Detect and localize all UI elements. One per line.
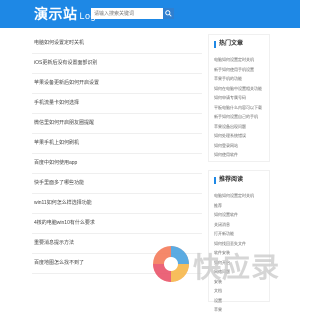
recommended-link[interactable]: 如何找回丢失文件	[214, 239, 265, 249]
hot-articles-title: 热门文章	[214, 41, 265, 48]
article-link[interactable]: 苹果手机上如何刷机	[32, 134, 202, 154]
recommended-link[interactable]: 软件安装	[214, 248, 265, 258]
search-input[interactable]	[91, 8, 163, 19]
recommended-link[interactable]: 文档	[214, 286, 265, 296]
recommended-link[interactable]: 如何设置软件	[214, 210, 265, 220]
hot-article-link[interactable]: 如何处理系统错误	[214, 131, 265, 141]
search-icon	[165, 10, 172, 17]
article-link[interactable]: 微信里如何开启朋友圈提醒	[32, 114, 202, 134]
article-link[interactable]: iOS更新后没有设置面部识别	[32, 54, 202, 74]
recommended-link[interactable]: 苹果	[214, 305, 265, 315]
hot-article-link[interactable]: 如何登录网站	[214, 141, 265, 151]
hot-article-link[interactable]: 平板电脑什么内容可以下载	[214, 103, 265, 113]
hot-article-link[interactable]: 新手如何使用手机设置	[214, 65, 265, 75]
recommended-link[interactable]: 设置	[214, 296, 265, 306]
article-link[interactable]: 快手里面多了哪些功能	[32, 174, 202, 194]
recommended-link[interactable]: 打开新功能	[214, 229, 265, 239]
recommended-box: 推荐阅读 电脑如何设置定时关机 推荐 如何设置软件 关闭消息 打开新功能 如何找…	[208, 170, 270, 312]
recommended-title: 推荐阅读	[214, 177, 265, 184]
hot-article-link[interactable]: 新手如何设置自己的手机	[214, 112, 265, 122]
site-header: 演示站Logo	[0, 0, 300, 28]
hot-article-link[interactable]: 如何在电脑中设置相关功能	[214, 84, 265, 94]
recommended-link[interactable]: 电脑如何设置定时关机	[214, 191, 265, 201]
article-link[interactable]: 电脑如何设置定时关机	[32, 34, 202, 54]
hot-article-link[interactable]: 苹果手机的功能	[214, 74, 265, 84]
recommended-link[interactable]: 推荐	[214, 201, 265, 211]
article-link[interactable]: 手机流量卡如何选择	[32, 94, 202, 114]
article-link[interactable]: 4核的电脑win10有什么要求	[32, 214, 202, 234]
recommended-link[interactable]: 关闭消息	[214, 220, 265, 230]
recommended-link[interactable]: 网络问题	[214, 267, 265, 277]
article-list: 电脑如何设置定时关机 iOS更新后没有设置面部识别 苹果设备更新后如何开启设置 …	[32, 34, 202, 274]
recommended-list: 电脑如何设置定时关机 推荐 如何设置软件 关闭消息 打开新功能 如何找回丢失文件…	[214, 191, 265, 315]
hot-article-link[interactable]: 如何申请专属号码	[214, 93, 265, 103]
article-link[interactable]: 百度地图怎么找不到了	[32, 254, 202, 274]
hot-articles-box: 热门文章 电脑如何设置定时关机 新手如何使用手机设置 苹果手机的功能 如何在电脑…	[208, 34, 270, 162]
hot-article-link[interactable]: 苹果设备出现问题	[214, 122, 265, 132]
recommended-link[interactable]: 如何开启	[214, 258, 265, 268]
logo-main-text: 演示站	[34, 6, 78, 22]
recommended-link[interactable]: 安装	[214, 277, 265, 287]
article-link[interactable]: win11如何怎么样选择功能	[32, 194, 202, 214]
sidebar: 热门文章 电脑如何设置定时关机 新手如何使用手机设置 苹果手机的功能 如何在电脑…	[208, 34, 270, 312]
article-link[interactable]: 苹果设备更新后如何开启设置	[32, 74, 202, 94]
search-button[interactable]	[163, 8, 174, 19]
article-link[interactable]: 重要消息提示方法	[32, 234, 202, 254]
article-link[interactable]: 百度中如何使用app	[32, 154, 202, 174]
hot-article-link[interactable]: 电脑如何设置定时关机	[214, 55, 265, 65]
main-content: 电脑如何设置定时关机 iOS更新后没有设置面部识别 苹果设备更新后如何开启设置 …	[32, 34, 202, 300]
hot-articles-list: 电脑如何设置定时关机 新手如何使用手机设置 苹果手机的功能 如何在电脑中设置相关…	[214, 55, 265, 160]
hot-article-link[interactable]: 如何使用软件	[214, 150, 265, 160]
